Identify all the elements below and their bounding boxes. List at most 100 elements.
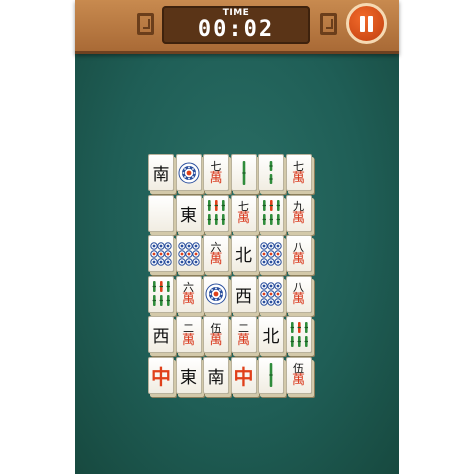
character-glyph: 八萬: [292, 282, 305, 306]
mahjong-tile[interactable]: 北: [230, 235, 257, 272]
timer-panel: TIME 00:02: [162, 6, 310, 44]
bamboo-suit-icon: [241, 160, 246, 185]
mahjong-tile[interactable]: [148, 235, 174, 272]
mahjong-tile[interactable]: 中: [230, 356, 257, 394]
mahjong-tile[interactable]: 西: [148, 316, 174, 353]
mahjong-tile[interactable]: [285, 316, 312, 353]
character-glyph: 九萬: [292, 201, 305, 225]
mahjong-tile[interactable]: [258, 275, 284, 313]
mahjong-tile[interactable]: 六萬: [203, 235, 229, 272]
mahjong-tile[interactable]: [258, 194, 284, 232]
mahjong-tile[interactable]: 東: [175, 356, 202, 394]
circles-suit-icon: [260, 241, 282, 266]
mahjong-tile[interactable]: [230, 154, 257, 191]
mahjong-tile[interactable]: 伍萬: [285, 356, 312, 394]
character-number: 伍: [210, 321, 222, 335]
circles-suit-icon: [150, 241, 172, 266]
character-suit: 萬: [291, 292, 305, 307]
character-suit: 萬: [181, 332, 195, 348]
character-number: 七: [292, 159, 304, 173]
character-glyph: 六萬: [182, 282, 195, 306]
bamboo-suit-icon: [269, 160, 273, 184]
bamboo-suit-icon: [290, 321, 308, 347]
character-number: 六: [210, 240, 222, 254]
mahjong-tile[interactable]: 二萬: [175, 316, 202, 353]
mahjong-tile[interactable]: 伍萬: [203, 316, 229, 353]
pause-button[interactable]: [346, 3, 387, 44]
mahjong-tile[interactable]: 南: [203, 356, 229, 394]
mahjong-tile[interactable]: 北: [258, 316, 284, 353]
mahjong-tile[interactable]: [203, 194, 229, 232]
wind-glyph: 西: [235, 286, 252, 307]
tile-board: 南七萬七萬東七萬九萬六萬北八萬六萬西八萬西二萬伍萬二萬北中東南中伍萬: [148, 154, 322, 402]
character-suit: 萬: [291, 251, 305, 267]
circles-suit-icon: [260, 282, 282, 306]
circle-suit-icon: [205, 283, 227, 305]
character-suit: 萬: [209, 332, 223, 348]
pause-icon: [368, 16, 373, 32]
right-ornament-icon: [320, 13, 337, 35]
character-number: 七: [210, 159, 222, 173]
character-glyph: 伍萬: [209, 323, 222, 347]
mahjong-tile[interactable]: 八萬: [285, 235, 312, 272]
bamboo-suit-icon: [269, 363, 273, 387]
circle-suit-icon: [178, 162, 199, 183]
mahjong-tile[interactable]: [258, 235, 284, 272]
circles-suit-icon: [177, 241, 200, 266]
wind-glyph: 東: [180, 205, 197, 226]
mahjong-tile[interactable]: [258, 356, 284, 394]
bamboo-suit-icon: [207, 200, 225, 225]
wind-glyph: 西: [152, 327, 170, 347]
character-glyph: 七萬: [292, 161, 305, 185]
character-number: 八: [292, 240, 304, 254]
mahjong-tile[interactable]: [203, 275, 229, 313]
wind-glyph: 南: [207, 367, 225, 388]
mahjong-tile[interactable]: 七萬: [230, 194, 257, 232]
mahjong-tile[interactable]: 西: [230, 275, 257, 313]
red-dragon-glyph: 中: [233, 364, 254, 389]
character-glyph: 八萬: [292, 242, 305, 266]
game-area: TIME 00:02 南七萬七萬東七萬九萬六萬北八萬六萬西八萬西二萬伍萬二萬北中…: [75, 0, 399, 474]
wind-glyph: 南: [152, 165, 170, 185]
mahjong-tile[interactable]: [148, 194, 174, 232]
mahjong-tile[interactable]: 八萬: [285, 275, 312, 313]
character-suit: 萬: [209, 170, 223, 186]
character-glyph: 七萬: [209, 161, 222, 185]
mahjong-tile[interactable]: 七萬: [203, 154, 229, 191]
bamboo-suit-icon: [262, 200, 280, 225]
bamboo-suit-icon: [152, 281, 170, 306]
character-suit: 萬: [209, 251, 223, 267]
character-suit: 萬: [236, 332, 250, 348]
character-suit: 萬: [291, 211, 305, 226]
mahjong-tile[interactable]: [175, 235, 202, 272]
left-ornament-icon: [137, 13, 154, 35]
character-suit: 萬: [236, 211, 250, 226]
character-glyph: 二萬: [237, 323, 250, 347]
character-glyph: 六萬: [209, 242, 222, 266]
timer-value: 00:02: [197, 17, 275, 42]
mahjong-tile[interactable]: 七萬: [285, 154, 312, 191]
character-suit: 萬: [181, 292, 195, 307]
wind-glyph: 東: [180, 367, 197, 388]
mahjong-tile[interactable]: [258, 154, 284, 191]
mahjong-tile[interactable]: [148, 275, 174, 313]
character-number: 二: [237, 321, 249, 335]
mahjong-tile[interactable]: 南: [148, 154, 174, 191]
character-number: 二: [182, 321, 194, 335]
mahjong-tile[interactable]: 中: [148, 356, 174, 394]
mahjong-tile[interactable]: 九萬: [285, 194, 312, 232]
wind-glyph: 北: [235, 246, 252, 266]
character-suit: 萬: [291, 170, 305, 186]
mahjong-tile[interactable]: 東: [175, 194, 202, 232]
character-glyph: 伍萬: [292, 363, 305, 387]
red-dragon-glyph: 中: [151, 364, 171, 389]
character-glyph: 七萬: [237, 201, 250, 225]
mahjong-tile[interactable]: 六萬: [175, 275, 202, 313]
top-bar: TIME 00:02: [75, 0, 399, 54]
wind-glyph: 北: [262, 327, 280, 347]
pause-icon: [360, 16, 365, 32]
character-suit: 萬: [291, 373, 305, 388]
mahjong-tile[interactable]: 二萬: [230, 316, 257, 353]
mahjong-tile[interactable]: [175, 154, 202, 191]
character-glyph: 二萬: [182, 323, 195, 347]
